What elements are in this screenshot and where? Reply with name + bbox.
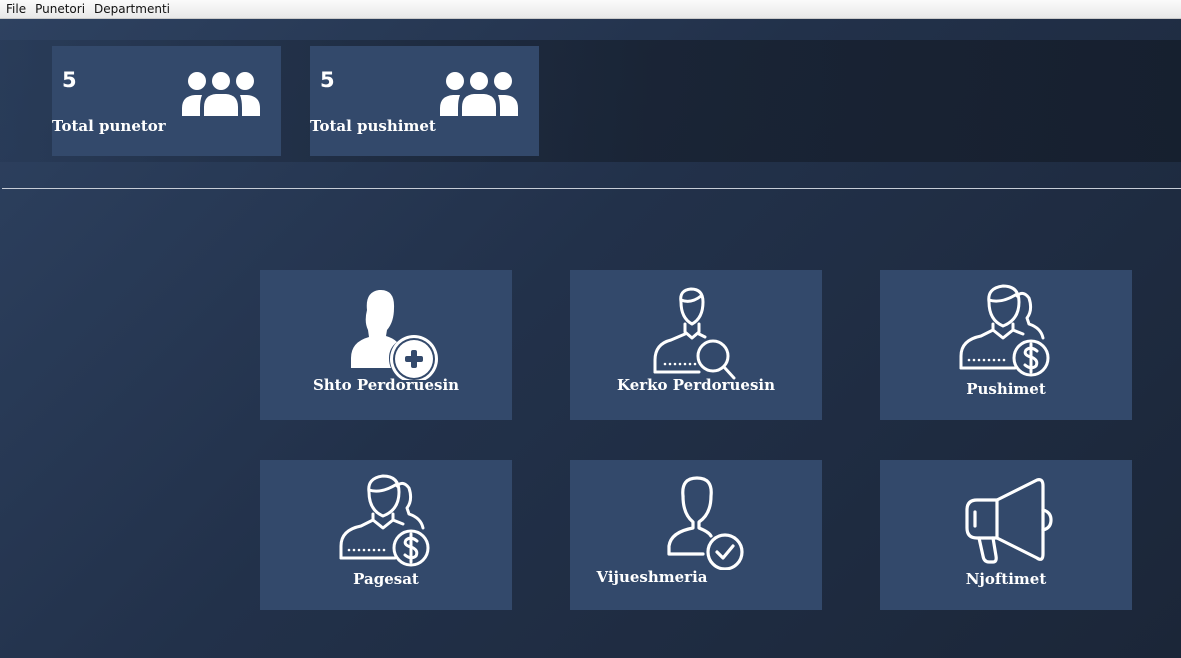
tile-label: Pushimet [966,380,1046,398]
search-user-icon [653,287,736,380]
add-user-button[interactable]: Shto Perdoruesin [260,270,512,420]
stat-count: 5 [320,68,335,92]
user-dollar-icon [959,284,1050,377]
tile-label: Shto Perdoruesin [312,376,460,394]
stat-count: 5 [62,68,77,92]
search-user-button[interactable]: Kerko Perdoruesin [570,270,822,420]
user-check-icon [667,476,744,570]
menu-punetori[interactable]: Punetori [30,0,89,18]
user-dollar-icon [339,474,430,567]
menu-departmenti[interactable]: Departmenti [89,0,174,18]
tile-label: Njoftimet [965,570,1047,588]
menu-file[interactable]: File [0,0,30,18]
tile-label: Vijueshmeria [596,568,708,586]
megaphone-icon [965,478,1053,564]
pushimet-button[interactable]: Pushimet [880,270,1132,420]
njoftimet-button[interactable]: Njoftimet [880,460,1132,610]
add-user-icon [351,289,438,380]
tile-label: Kerko Perdoruesin [617,376,775,394]
divider [2,188,1181,189]
users-group-icon [440,72,518,116]
stat-card-total-pushimet: 5 Total pushimet [310,46,539,156]
vijueshmeria-button[interactable]: Vijueshmeria [570,460,822,610]
tile-label: Pagesat [353,570,419,588]
app-window: File Punetori Departmenti 5 Total puneto… [0,0,1181,658]
users-group-icon [182,72,260,116]
menu-bar: File Punetori Departmenti [0,0,1181,19]
stat-card-total-punetor: 5 Total punetor [52,46,281,156]
pagesat-button[interactable]: Pagesat [260,460,512,610]
stat-label: Total punetor [52,117,166,135]
stat-label: Total pushimet [310,117,436,135]
